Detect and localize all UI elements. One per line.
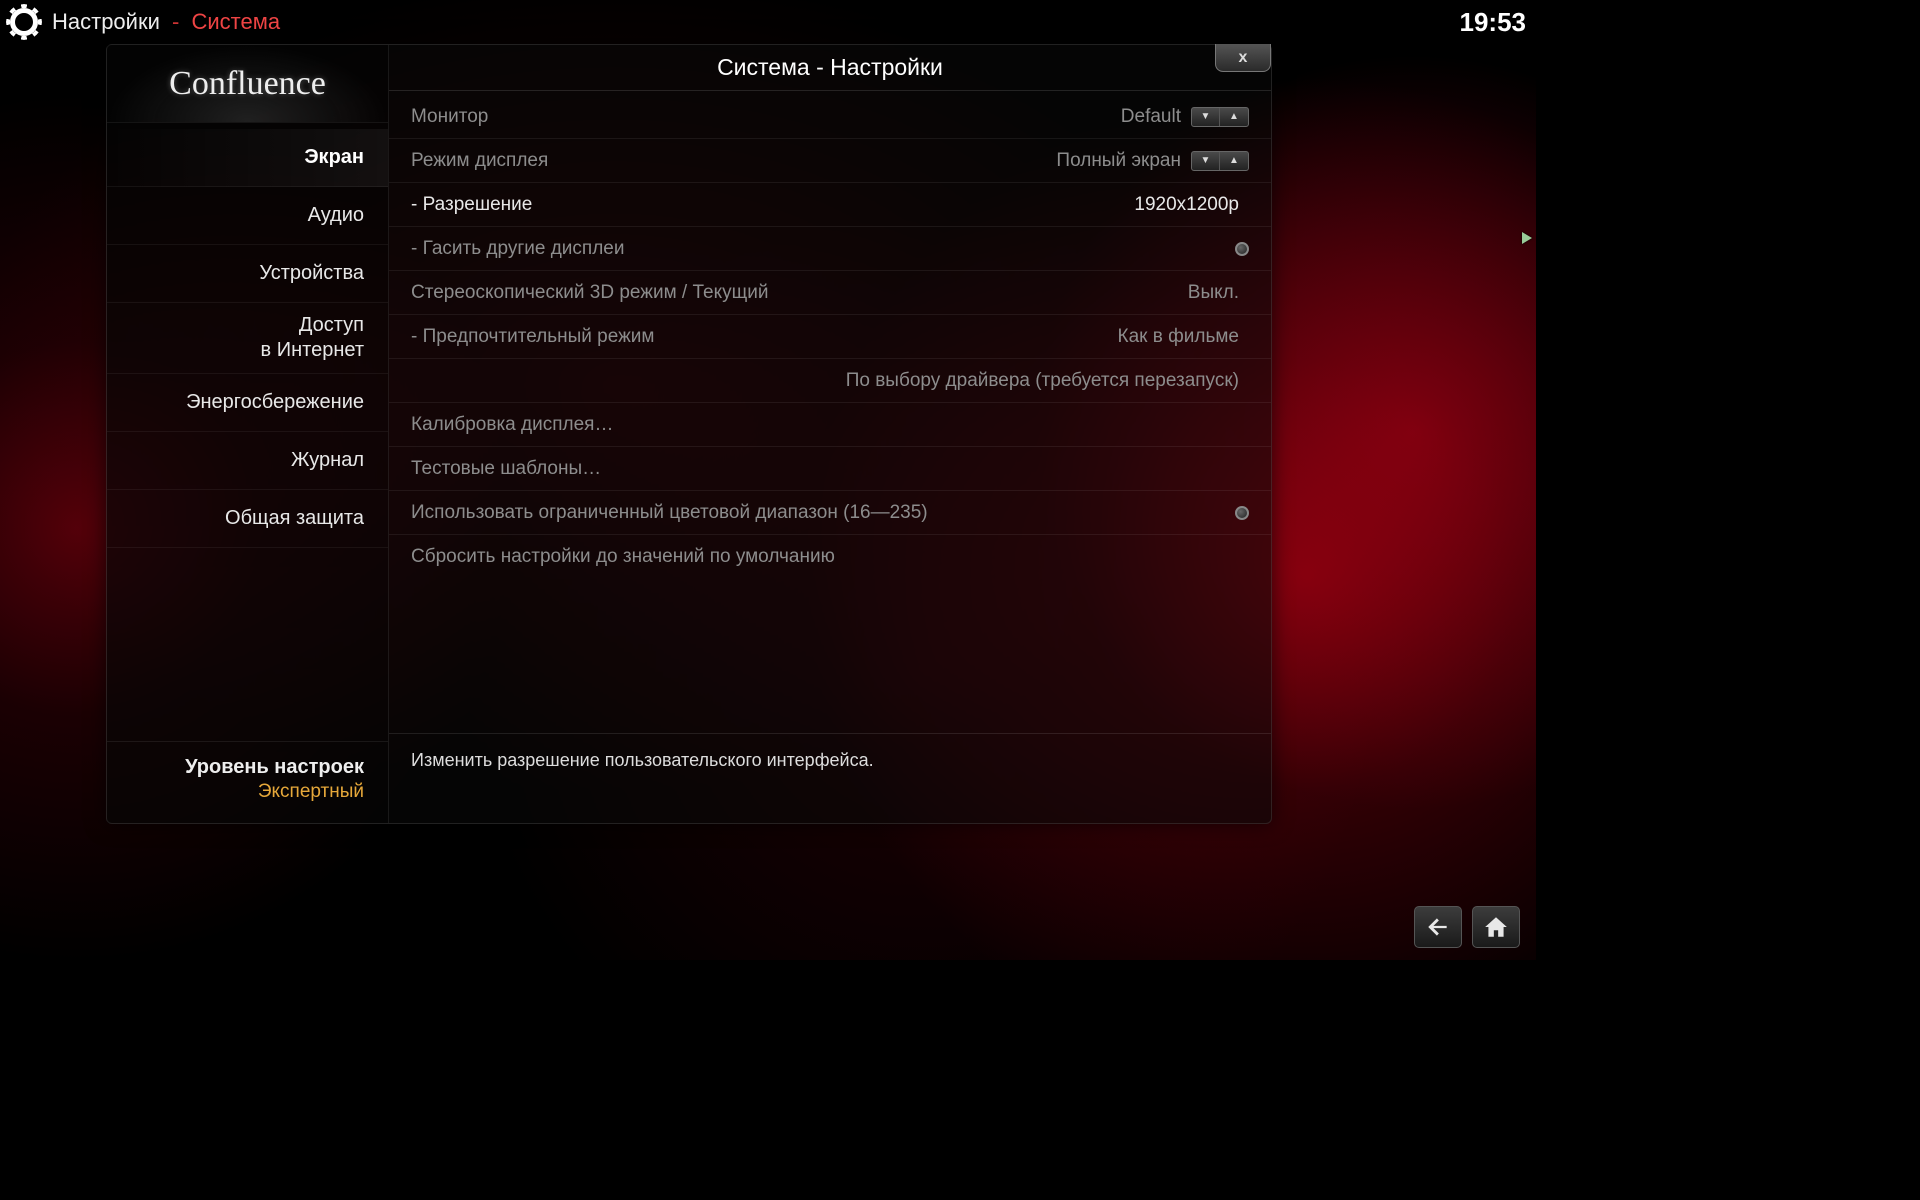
sidebar-item-screen[interactable]: Экран <box>107 129 388 187</box>
sidebar-item-internet[interactable]: Доступ в Интернет <box>107 303 388 374</box>
arrow-left-icon <box>1425 914 1451 940</box>
top-bar: Настройки - Система 19:53 <box>10 4 1526 40</box>
row-driver-choice[interactable]: По выбору драйвера (требуется перезапуск… <box>389 359 1271 403</box>
home-icon <box>1483 914 1509 940</box>
sidebar-item-label: Энергосбережение <box>186 391 364 413</box>
sidebar-item-label: Общая защита <box>225 507 364 529</box>
sidebar-item-label: Экран <box>304 146 364 168</box>
sidebar-item-log[interactable]: Журнал <box>107 432 388 490</box>
radio-toggle-icon[interactable] <box>1235 506 1249 520</box>
row-monitor[interactable]: Монитор Default ▼ ▲ <box>389 95 1271 139</box>
settings-level-label: Уровень настроек <box>131 756 364 779</box>
clock: 19:53 <box>1460 7 1527 38</box>
setting-value: Как в фильме <box>1118 326 1239 348</box>
sidebar-item-security[interactable]: Общая защита <box>107 490 388 548</box>
spinner-control[interactable]: ▼ ▲ <box>1191 151 1249 171</box>
sidebar-item-label: Доступ в Интернет <box>261 314 364 361</box>
setting-label: - Разрешение <box>411 194 532 216</box>
hint-text: Изменить разрешение пользовательского ин… <box>389 733 1271 823</box>
setting-label: - Предпочтительный режим <box>411 326 654 348</box>
breadcrumb-root[interactable]: Настройки <box>52 9 160 34</box>
content-area: Система - Настройки x Монитор Default ▼ … <box>389 45 1271 823</box>
setting-value: Полный экран <box>1056 150 1181 172</box>
chevron-up-icon[interactable]: ▲ <box>1220 108 1248 126</box>
setting-label: Сбросить настройки до значений по умолча… <box>411 546 835 568</box>
breadcrumb-separator: - <box>172 9 179 34</box>
sidebar-item-label: Аудио <box>308 204 364 226</box>
settings-level-value: Экспертный <box>131 781 364 803</box>
setting-label: Тестовые шаблоны… <box>411 458 601 480</box>
sidebar-item-label: Журнал <box>291 449 364 471</box>
category-list: Экран Аудио Устройства Доступ в Интернет… <box>107 123 388 741</box>
setting-label: Калибровка дисплея… <box>411 414 613 436</box>
setting-value: 1920x1200p <box>1134 194 1239 216</box>
row-calibration[interactable]: Калибровка дисплея… <box>389 403 1271 447</box>
row-reset-defaults[interactable]: Сбросить настройки до значений по умолча… <box>389 535 1271 579</box>
bottom-nav <box>1414 906 1520 948</box>
setting-label: Стереоскопический 3D режим / Текущий <box>411 282 768 304</box>
setting-label: Монитор <box>411 106 488 128</box>
settings-level-toggle[interactable]: Уровень настроек Экспертный <box>107 741 388 823</box>
skin-logo: Confluence <box>107 45 388 123</box>
sidebar: Confluence Экран Аудио Устройства Доступ… <box>107 45 389 823</box>
sidebar-item-devices[interactable]: Устройства <box>107 245 388 303</box>
setting-value: Выкл. <box>1188 282 1239 304</box>
gear-icon <box>10 8 38 36</box>
row-blank-other-displays[interactable]: - Гасить другие дисплеи <box>389 227 1271 271</box>
row-preferred-mode[interactable]: - Предпочтительный режим Как в фильме <box>389 315 1271 359</box>
chevron-down-icon[interactable]: ▼ <box>1192 108 1220 126</box>
home-button[interactable] <box>1472 906 1520 948</box>
row-display-mode[interactable]: Режим дисплея Полный экран ▼ ▲ <box>389 139 1271 183</box>
close-icon: x <box>1239 49 1248 67</box>
back-button[interactable] <box>1414 906 1462 948</box>
breadcrumb: Настройки - Система <box>52 9 280 35</box>
row-resolution[interactable]: - Разрешение 1920x1200p <box>389 183 1271 227</box>
setting-value: По выбору драйвера (требуется перезапуск… <box>846 370 1239 392</box>
panel-header: Система - Настройки x <box>389 45 1271 91</box>
setting-label: - Гасить другие дисплеи <box>411 238 624 260</box>
chevron-down-icon[interactable]: ▼ <box>1192 152 1220 170</box>
row-stereo-3d[interactable]: Стереоскопический 3D режим / Текущий Вык… <box>389 271 1271 315</box>
row-limited-color-range[interactable]: Использовать ограниченный цветовой диапа… <box>389 491 1271 535</box>
sidebar-item-power[interactable]: Энергосбережение <box>107 374 388 432</box>
sidebar-item-label: Устройства <box>259 262 364 284</box>
setting-label: Использовать ограниченный цветовой диапа… <box>411 502 928 524</box>
radio-toggle-icon[interactable] <box>1235 242 1249 256</box>
breadcrumb-current: Система <box>191 9 280 34</box>
chevron-up-icon[interactable]: ▲ <box>1220 152 1248 170</box>
cursor-icon <box>1522 232 1532 244</box>
settings-rows: Монитор Default ▼ ▲ Режим дисплея Полный… <box>389 91 1271 733</box>
spinner-control[interactable]: ▼ ▲ <box>1191 107 1249 127</box>
setting-value: Default <box>1121 106 1181 128</box>
row-test-patterns[interactable]: Тестовые шаблоны… <box>389 447 1271 491</box>
settings-panel: Confluence Экран Аудио Устройства Доступ… <box>106 44 1272 824</box>
setting-label: Режим дисплея <box>411 150 548 172</box>
sidebar-item-audio[interactable]: Аудио <box>107 187 388 245</box>
close-button[interactable]: x <box>1215 44 1271 72</box>
panel-title: Система - Настройки <box>717 54 943 81</box>
